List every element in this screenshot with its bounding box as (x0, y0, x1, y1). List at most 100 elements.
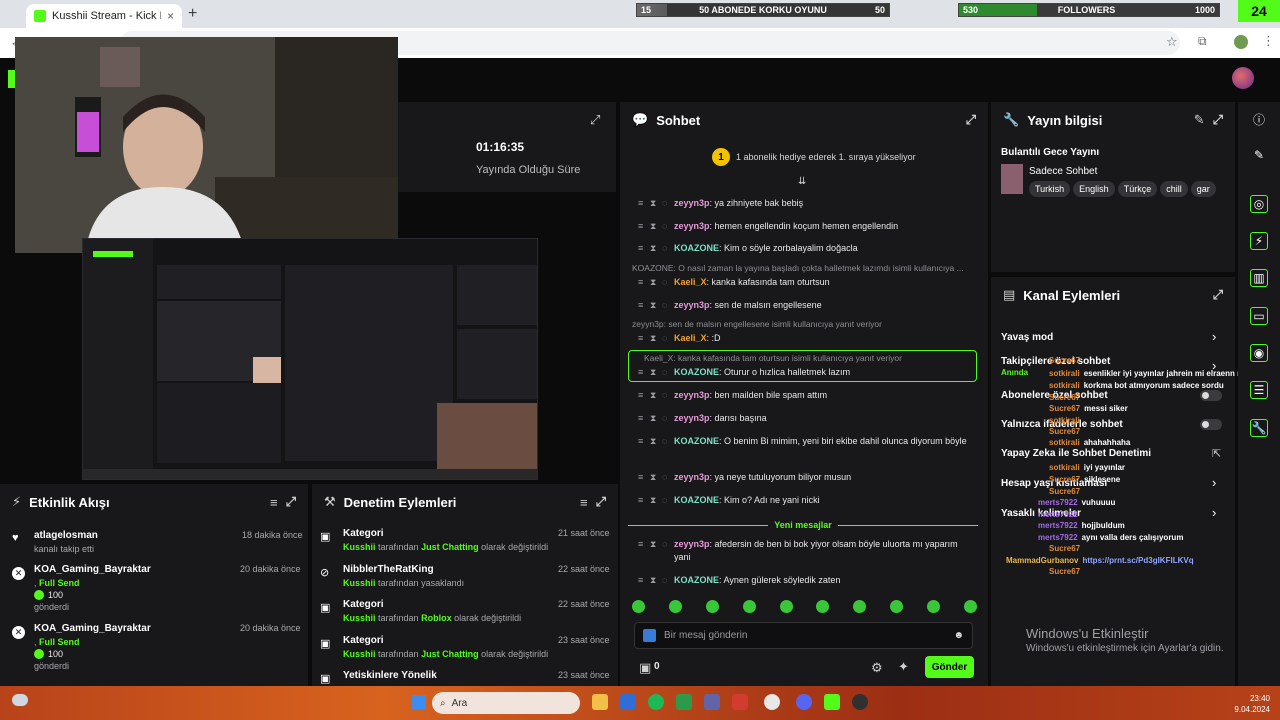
chevron-right-icon[interactable]: › (1212, 475, 1216, 490)
windows-start-icon[interactable] (412, 695, 426, 709)
chat-username[interactable]: zeyyn3p (674, 413, 710, 423)
file-explorer-icon[interactable] (592, 694, 608, 710)
scroll-down-icon[interactable]: ⇊ (798, 176, 806, 187)
popout-icon[interactable]: ⤢ (286, 494, 296, 510)
timeout-icon[interactable]: ⧗ (650, 471, 657, 484)
browser-menu-icon[interactable]: ⋮ (1262, 33, 1275, 49)
chat-username[interactable]: KOAZONE (674, 243, 719, 253)
timeout-icon[interactable]: ⧗ (650, 389, 657, 402)
message-menu-icon[interactable]: ≡ (638, 197, 645, 210)
timeout-icon[interactable]: ⧗ (650, 435, 657, 448)
ban-icon[interactable]: ◌ (662, 276, 669, 289)
xbox-icon[interactable] (676, 694, 692, 710)
timeout-icon[interactable]: ⧗ (650, 494, 657, 507)
extensions-icon[interactable]: ⧉ (1198, 34, 1207, 49)
emote-icon[interactable] (816, 600, 830, 613)
popout-icon[interactable]: ⤢ (1213, 112, 1223, 128)
message-menu-icon[interactable]: ≡ (638, 538, 645, 551)
emote-icon[interactable] (890, 600, 904, 613)
emote-icon[interactable] (779, 600, 793, 613)
activity-user[interactable]: KOA_Gaming_Bayraktar (34, 623, 151, 634)
popout-icon[interactable]: ⤢ (596, 494, 606, 510)
chat-username[interactable]: KOAZONE (674, 436, 719, 446)
chat-username[interactable]: zeyyn3p (674, 472, 710, 482)
moderation-by[interactable]: Kusshii (343, 542, 376, 552)
timeout-icon[interactable]: ⧗ (650, 299, 657, 312)
message-menu-icon[interactable]: ≡ (638, 389, 645, 402)
timeout-icon[interactable]: ⧗ (650, 412, 657, 425)
ban-icon[interactable]: ◌ (662, 538, 669, 551)
user-avatar[interactable] (1232, 67, 1254, 89)
weather-icon[interactable] (12, 694, 28, 706)
popout-icon[interactable]: ⤢ (590, 112, 600, 128)
ban-icon[interactable]: ◌ (662, 220, 669, 233)
chat-username[interactable]: zeyyn3p (674, 390, 710, 400)
send-button[interactable]: Gönder (925, 656, 974, 678)
edit-pencil-icon[interactable]: ✎ (1194, 112, 1205, 128)
outlook-icon[interactable] (620, 694, 636, 710)
settings-gear-icon[interactable]: ⚙ (871, 660, 883, 676)
discord-icon[interactable] (796, 694, 812, 710)
moderation-by[interactable]: Kusshii (343, 613, 376, 623)
message-menu-icon[interactable]: ≡ (638, 242, 645, 255)
teams-icon[interactable] (704, 694, 720, 710)
external-link-icon[interactable]: ⇱ (1212, 447, 1221, 460)
obs-icon[interactable] (852, 694, 868, 710)
timeout-icon[interactable]: ⧗ (650, 197, 657, 210)
emoji-icon[interactable]: ☻ (953, 630, 964, 641)
emote-icon[interactable] (927, 600, 940, 613)
message-menu-icon[interactable]: ≡ (638, 276, 645, 289)
message-menu-icon[interactable]: ≡ (638, 494, 645, 507)
app-icon[interactable] (732, 694, 748, 710)
ban-icon[interactable]: ◌ (662, 299, 669, 312)
ban-icon[interactable]: ◌ (662, 471, 669, 484)
timeout-icon[interactable]: ⧗ (650, 220, 657, 233)
emotes-only-toggle[interactable] (1200, 419, 1222, 430)
popout-icon[interactable]: ⤢ (1213, 287, 1223, 303)
message-menu-icon[interactable]: ≡ (638, 412, 645, 425)
emote-icon[interactable] (668, 600, 682, 613)
subscribers-only-toggle[interactable] (1200, 390, 1222, 401)
new-tab-button[interactable]: + (188, 5, 197, 23)
chevron-right-icon[interactable]: › (1212, 329, 1216, 344)
chat-username[interactable]: zeyyn3p (674, 300, 710, 310)
actions-icon[interactable]: ☰ (1250, 381, 1268, 399)
ban-icon[interactable]: ◌ (662, 494, 669, 507)
message-menu-icon[interactable]: ≡ (638, 220, 645, 233)
emote-icon[interactable] (632, 600, 645, 613)
chat-username[interactable]: zeyyn3p (674, 198, 710, 208)
chevron-right-icon[interactable]: › (1212, 505, 1216, 520)
chat-username[interactable]: KOAZONE (674, 495, 719, 505)
moderation-by[interactable]: Kusshii (343, 578, 376, 588)
activity-user[interactable]: KOA_Gaming_Bayraktar (34, 564, 151, 575)
ban-icon[interactable]: ◌ (662, 435, 669, 448)
ban-icon[interactable]: ◌ (662, 242, 669, 255)
timeout-icon[interactable]: ⧗ (650, 574, 657, 587)
emote-icon[interactable] (853, 600, 867, 613)
ban-icon[interactable]: ◌ (662, 197, 669, 210)
new-messages-divider[interactable]: Yeni mesajlar (628, 520, 979, 530)
target-icon[interactable]: ◎ (1250, 195, 1268, 213)
kick-app-icon[interactable] (824, 694, 840, 710)
timeout-icon[interactable]: ⧗ (650, 242, 657, 255)
chat-input[interactable]: Bir mesaj gönderin ☻ (634, 622, 973, 649)
wrench-icon[interactable]: 🔧 (1250, 419, 1268, 437)
popout-icon[interactable]: ⤢ (966, 112, 976, 128)
bolt-icon[interactable]: ⚡ (1250, 232, 1268, 250)
emote-icon[interactable] (705, 600, 719, 613)
slow-mode-row[interactable]: Yavaş mod (1001, 332, 1053, 343)
broadcast-icon[interactable]: ◉ (1250, 344, 1268, 362)
message-menu-icon[interactable]: ≡ (638, 435, 645, 448)
message-menu-icon[interactable]: ≡ (638, 471, 645, 484)
ban-icon[interactable]: ◌ (662, 332, 669, 345)
message-menu-icon[interactable]: ≡ (638, 574, 645, 587)
timeout-icon[interactable]: ⧗ (650, 276, 657, 289)
filter-icon[interactable]: ≡ (270, 495, 278, 510)
activity-user[interactable]: atlagelosman (34, 530, 98, 541)
chat-username[interactable]: zeyyn3p (674, 539, 710, 549)
info-icon[interactable]: ⓘ (1250, 110, 1268, 128)
emote-icon[interactable] (963, 600, 977, 613)
chrome-icon[interactable] (764, 694, 780, 710)
chat-username[interactable]: zeyyn3p (674, 221, 710, 231)
document-icon[interactable]: ▥ (1250, 269, 1268, 287)
